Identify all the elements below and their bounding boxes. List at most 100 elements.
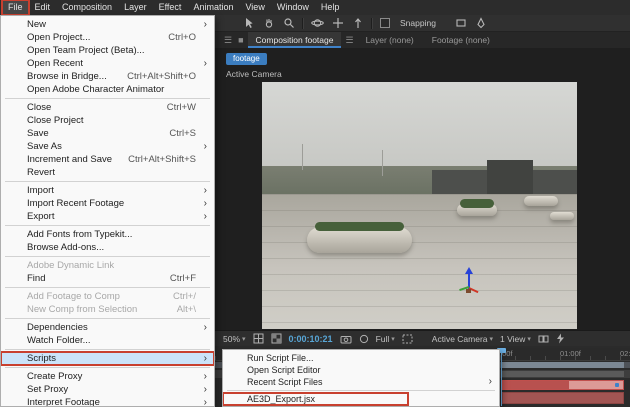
file-menu-item-scripts[interactable]: Scripts	[1, 351, 214, 366]
menubar-item-edit[interactable]: Edit	[29, 0, 57, 15]
file-menu-item-export[interactable]: Export	[1, 210, 214, 223]
file-menu-item-open-character-animator[interactable]: Open Adobe Character Animator	[1, 83, 214, 96]
file-menu-item-import[interactable]: Import	[1, 184, 214, 197]
orbit-camera-tool-icon[interactable]	[311, 17, 324, 29]
menu-separator	[5, 318, 210, 319]
lock-icon[interactable]: ■	[236, 35, 245, 45]
file-menu-item-interpret-footage[interactable]: Interpret Footage	[1, 396, 214, 406]
file-menu-item-add-fonts-from-typekit[interactable]: Add Fonts from Typekit...	[1, 228, 214, 241]
viewer-image[interactable]	[262, 82, 577, 329]
rectangle-tool-icon[interactable]	[455, 17, 468, 29]
layer-bar-gray[interactable]	[502, 371, 624, 377]
file-menu-item-open-team-project[interactable]: Open Team Project (Beta)...	[1, 44, 214, 57]
tab-composition[interactable]: Composition footage	[247, 32, 342, 48]
file-menu-item-revert[interactable]: Revert	[1, 166, 214, 179]
photo-light-pole	[302, 144, 303, 170]
photo-planter-small	[457, 199, 497, 216]
menubar-item-view[interactable]: View	[239, 0, 270, 15]
file-menu-item-import-recent-footage[interactable]: Import Recent Footage	[1, 197, 214, 210]
tab-menu-icon[interactable]: ☰	[343, 35, 355, 46]
chevron-down-icon: ▾	[391, 335, 395, 343]
toolbar-divider	[371, 17, 373, 29]
pixel-aspect-correction-icon[interactable]	[538, 334, 549, 344]
keyframe-marker[interactable]	[615, 383, 619, 387]
file-menu-item-find[interactable]: Find Ctrl+F	[1, 272, 214, 285]
panel-menu-icon[interactable]: ☰	[222, 35, 234, 46]
show-channels-icon[interactable]	[359, 334, 369, 344]
file-menu-item-add-footage-to-comp[interactable]: Add Footage to Comp Ctrl+/	[1, 290, 214, 303]
layer-bar-red[interactable]	[502, 392, 624, 404]
chevron-down-icon: ▾	[242, 335, 246, 343]
viewer-bottom-bar: 50% ▾ 0:00:10:21 Full ▾ Active Camera ▾ 1 V…	[215, 330, 630, 346]
current-time-indicator[interactable]	[501, 348, 502, 406]
fast-previews-icon[interactable]	[556, 333, 565, 344]
composition-viewer-panel: footage Active Camera	[215, 48, 630, 330]
snapshot-camera-icon[interactable]	[340, 334, 352, 344]
current-timecode[interactable]: 0:00:10:21	[289, 334, 333, 344]
snapping-checkbox[interactable]	[380, 18, 390, 28]
file-menu-item-new-comp-from-selection[interactable]: New Comp from Selection Alt+\	[1, 303, 214, 316]
file-menu-item-browse-add-ons[interactable]: Browse Add-ons...	[1, 241, 214, 254]
chevron-down-icon: ▾	[489, 335, 494, 343]
tab-layer[interactable]: Layer (none)	[358, 32, 422, 48]
region-of-interest-icon[interactable]	[402, 334, 413, 344]
scripts-submenu: Run Script File... Open Script Editor Re…	[222, 349, 500, 407]
pan-camera-tool-icon[interactable]	[331, 17, 344, 29]
menubar-item-help[interactable]: Help	[315, 0, 346, 15]
selection-tool-icon[interactable]	[242, 17, 255, 29]
file-menu-item-open-recent[interactable]: Open Recent	[1, 57, 214, 70]
zoom-tool-icon[interactable]	[282, 17, 295, 29]
dolly-camera-tool-icon[interactable]	[351, 17, 364, 29]
file-menu-item-new[interactable]: New	[1, 18, 214, 31]
3d-view-dropdown[interactable]: Active Camera ▾	[432, 334, 493, 344]
file-menu-item-close-project[interactable]: Close Project	[1, 114, 214, 127]
hand-tool-icon[interactable]	[262, 17, 275, 29]
chevron-down-icon: ▾	[527, 335, 531, 343]
menu-bar: File Edit Composition Layer Effect Animation V…	[0, 0, 630, 16]
menubar-item-layer[interactable]: Layer	[118, 0, 153, 15]
3d-axis-gizmo[interactable]	[457, 267, 481, 298]
grid-and-guides-icon[interactable]	[253, 333, 264, 344]
file-menu-item-increment-and-save[interactable]: Increment and Save Ctrl+Alt+Shift+S	[1, 153, 214, 166]
toolbar-divider	[302, 17, 304, 29]
file-menu-item-save-as[interactable]: Save As	[1, 140, 214, 153]
submenu-item-run-script-file[interactable]: Run Script File...	[223, 352, 499, 364]
menubar-item-composition[interactable]: Composition	[56, 0, 118, 15]
file-menu-item-browse-in-bridge[interactable]: Browse in Bridge... Ctrl+Alt+Shift+O	[1, 70, 214, 83]
file-menu-item-save[interactable]: Save Ctrl+S	[1, 127, 214, 140]
menubar-item-file[interactable]: File	[1, 0, 30, 16]
transparency-grid-icon[interactable]	[271, 333, 282, 344]
file-menu-item-dependencies[interactable]: Dependencies	[1, 321, 214, 334]
file-menu-item-open-project[interactable]: Open Project... Ctrl+O	[1, 31, 214, 44]
ruler-label: 02:00f	[620, 349, 630, 358]
menu-separator	[5, 256, 210, 257]
submenu-item-recent-script-files[interactable]: Recent Script Files	[223, 376, 499, 388]
layer-bar-segment	[503, 381, 569, 389]
submenu-item-open-script-editor[interactable]: Open Script Editor	[223, 364, 499, 376]
file-menu-item-close[interactable]: Close Ctrl+W	[1, 101, 214, 114]
tab-footage[interactable]: Footage (none)	[424, 32, 498, 48]
work-area-bar[interactable]	[502, 362, 624, 368]
menubar-item-effect[interactable]: Effect	[153, 0, 188, 15]
file-menu-item-watch-folder[interactable]: Watch Folder...	[1, 334, 214, 347]
submenu-item-ae3d-export-jsx[interactable]: AE3D_Export.jsx	[223, 392, 409, 406]
composition-name-chip[interactable]: footage	[226, 53, 267, 65]
file-menu-item-adobe-dynamic-link[interactable]: Adobe Dynamic Link	[1, 259, 214, 272]
menu-separator	[227, 390, 495, 391]
photo-plaza	[262, 194, 577, 329]
snapping-label: Snapping	[400, 18, 436, 28]
photo-light-pole	[382, 150, 383, 176]
file-menu-item-create-proxy[interactable]: Create Proxy	[1, 370, 214, 383]
photo-plants	[460, 199, 494, 208]
pen-tool-icon[interactable]	[475, 17, 488, 29]
photo-plants	[315, 222, 404, 231]
layer-bar-pink[interactable]	[502, 380, 624, 390]
menubar-item-animation[interactable]: Animation	[187, 0, 239, 15]
zoom-level-dropdown[interactable]: 50% ▾	[223, 334, 246, 344]
view-layout-dropdown[interactable]: 1 View ▾	[500, 334, 531, 344]
menu-separator	[5, 349, 210, 350]
photo-planter-small	[524, 196, 558, 206]
menubar-item-window[interactable]: Window	[271, 0, 315, 15]
resolution-dropdown[interactable]: Full ▾	[376, 334, 395, 344]
file-menu-item-set-proxy[interactable]: Set Proxy	[1, 383, 214, 396]
